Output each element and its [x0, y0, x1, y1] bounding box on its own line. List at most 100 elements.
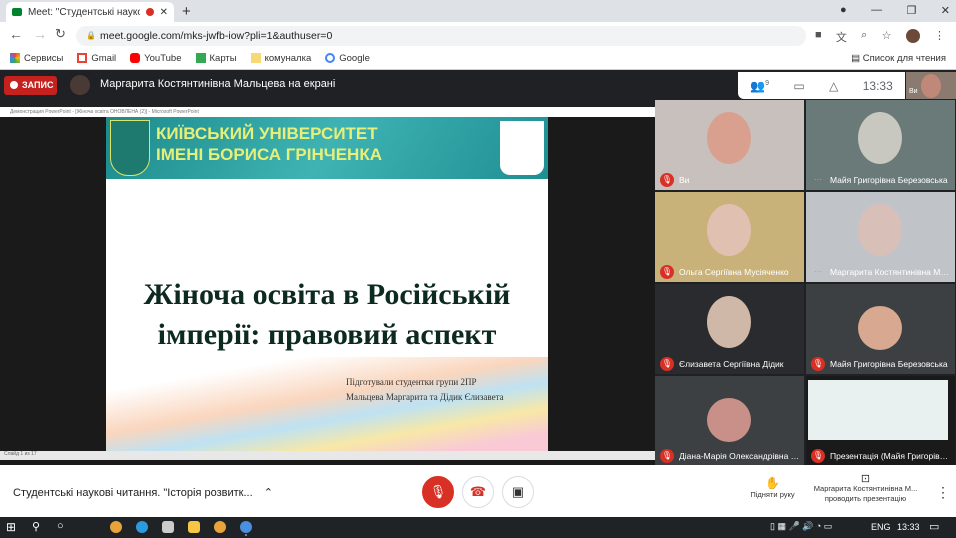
- participant-tile[interactable]: 🎙 Діана-Марія Олександрівна Люлька: [655, 376, 804, 466]
- cortana-icon[interactable]: ○: [57, 520, 64, 532]
- participant-video: [858, 204, 902, 256]
- leave-call-button[interactable]: ☎: [462, 476, 494, 508]
- participant-video: [858, 112, 902, 164]
- ppt-status-bar: Слайд 1 из 17: [0, 451, 655, 460]
- recording-badge: ЗАПИС: [4, 76, 57, 95]
- language-indicator[interactable]: ENG: [871, 522, 891, 532]
- participant-name: Ви: [679, 175, 690, 185]
- camera-toggle-button[interactable]: ▣: [502, 476, 534, 508]
- slide-banner: КИЇВСЬКИЙ УНІВЕРСИТЕТ ІМЕНІ БОРИСА ГРІНЧЕ…: [106, 117, 548, 179]
- apps-icon: [10, 53, 20, 64]
- bookmark-apps[interactable]: Сервисы: [10, 53, 63, 64]
- translate-icon[interactable]: 文: [836, 29, 847, 45]
- chat-icon[interactable]: ▭: [793, 79, 804, 93]
- meet-icon: [12, 8, 22, 16]
- new-tab-button[interactable]: +: [182, 3, 191, 20]
- participant-name: Майя Григорівна Березовська: [830, 175, 948, 185]
- chrome-active-icon[interactable]: [240, 521, 252, 533]
- mic-off-icon: 🎙: [811, 357, 825, 371]
- meet-toolbar: 👥9 ▭ △ 13:33: [738, 72, 905, 99]
- activities-icon[interactable]: △: [829, 79, 838, 93]
- self-view[interactable]: Ви: [906, 72, 956, 99]
- bookmarks-bar: Сервисы Gmail YouTube Карты комуналка Go…: [0, 48, 956, 70]
- browser-tab[interactable]: Meet: "Студентські наукові ✕: [6, 2, 174, 22]
- camera-icon[interactable]: ■: [815, 29, 822, 45]
- participant-name: Презентація (Майя Григорівна Березовська…: [830, 451, 952, 461]
- hand-icon: ✋: [765, 476, 780, 490]
- university-logo: [110, 120, 150, 176]
- system-tray-icons[interactable]: ▯ ▦ 🎤 🔊 ◔ ▭: [770, 521, 832, 532]
- chrome-profile-icon[interactable]: [214, 521, 226, 533]
- notifications-icon[interactable]: ▭: [929, 520, 939, 533]
- youtube-icon: [130, 53, 141, 64]
- self-face: [921, 74, 941, 98]
- mic-off-icon: 🎙: [660, 357, 674, 371]
- windows-taskbar: ⊞ ⚲ ○ ▯ ▦ 🎤 🔊 ◔ ▭ ENG 13:33 ▭: [0, 517, 956, 538]
- menu-icon[interactable]: ⋮: [934, 29, 945, 45]
- present-icon: ⊡: [860, 473, 871, 485]
- speaking-indicator-icon: ⋯: [814, 175, 822, 184]
- slide-subtitle: Підготували студентки групи 2ПР Мальцева …: [346, 377, 504, 402]
- participant-video: [858, 306, 902, 350]
- mic-toggle-button[interactable]: 🎙: [422, 476, 454, 508]
- bookmark-gmail[interactable]: Gmail: [77, 53, 116, 64]
- chevron-up-icon[interactable]: ⌃: [264, 487, 273, 499]
- people-button[interactable]: 👥9: [750, 79, 769, 93]
- chrome-icon[interactable]: [110, 521, 122, 533]
- lock-icon: 🔒: [86, 31, 96, 40]
- search-icon[interactable]: ⚲: [32, 520, 40, 533]
- mic-off-icon: 🎙: [660, 265, 674, 279]
- window-controls[interactable]: ● — ❐ ✕: [840, 4, 950, 17]
- back-icon[interactable]: ←: [9, 26, 23, 42]
- present-button[interactable]: ⊡ Маргарита Костянтинівна М... проводить п…: [808, 474, 923, 504]
- close-window-icon[interactable]: ✕: [941, 4, 950, 17]
- profile-icon[interactable]: ●: [840, 4, 847, 17]
- participant-tile[interactable]: 🎙 Майя Григорівна Березовська: [806, 284, 955, 374]
- mic-off-icon: 🎙: [660, 173, 674, 187]
- star-icon[interactable]: ☆: [882, 29, 892, 45]
- close-tab-icon[interactable]: ✕: [160, 7, 168, 18]
- reload-icon[interactable]: ↻: [55, 26, 66, 42]
- maximize-icon[interactable]: ❐: [906, 4, 916, 17]
- participant-video: [808, 380, 948, 440]
- more-options-icon[interactable]: ⋮: [936, 484, 950, 501]
- minimize-icon[interactable]: —: [871, 4, 882, 17]
- participant-video: [707, 296, 751, 348]
- presentation-slide: КИЇВСЬКИЙ УНІВЕРСИТЕТ ІМЕНІ БОРИСА ГРІНЧЕ…: [106, 117, 548, 451]
- taskbar-clock[interactable]: 13:33: [897, 522, 920, 532]
- search-icon[interactable]: ⌕: [861, 29, 867, 45]
- participant-video: [707, 112, 751, 164]
- bookmark-youtube[interactable]: YouTube: [130, 53, 182, 64]
- avatar[interactable]: [905, 29, 920, 43]
- participant-tile[interactable]: 🎙 Презентація (Майя Григорівна Березовськ…: [806, 376, 955, 466]
- participant-tile[interactable]: 🎙 Ви: [655, 100, 804, 190]
- bookmark-maps[interactable]: Карты: [195, 53, 237, 64]
- participant-name: Маргарита Костянтинівна Мальцева: [830, 267, 952, 277]
- reading-list[interactable]: ▤ Список для чтения: [851, 53, 946, 64]
- url-input[interactable]: 🔒 meet.google.com/mks-jwfb-iow?pli=1&auth…: [76, 26, 806, 46]
- universum-logo: [500, 121, 544, 175]
- windows-start-icon[interactable]: ⊞: [6, 520, 16, 534]
- participant-name: Єлизавета Сергіївна Дідик: [679, 359, 784, 369]
- participant-video: [707, 398, 751, 442]
- bookmark-folder[interactable]: комуналка: [250, 53, 311, 64]
- ppt-window-title: Демонстрация PowerPoint - [Жіноча освіта…: [0, 107, 655, 117]
- university-name-2: ІМЕНІ БОРИСА ГРІНЧЕНКА: [156, 145, 382, 164]
- browser-action-icons[interactable]: ■ 文 ⌕ ☆ ⋮: [815, 29, 945, 45]
- bookmark-google[interactable]: Google: [325, 53, 370, 64]
- participant-tile[interactable]: 🎙 Єлизавета Сергіївна Дідик: [655, 284, 804, 374]
- mic-off-icon: 🎙: [811, 449, 825, 463]
- edge-icon[interactable]: [136, 521, 148, 533]
- raise-hand-button[interactable]: ✋ Підняти руку: [745, 476, 800, 499]
- explorer-icon[interactable]: [188, 521, 200, 533]
- forward-icon[interactable]: →: [33, 26, 47, 42]
- store-icon[interactable]: [162, 521, 174, 533]
- participant-tile[interactable]: ⋯ Маргарита Костянтинівна Мальцева: [806, 192, 955, 282]
- participant-name: Ольга Сергіївна Мусіяченко: [679, 267, 789, 277]
- participant-tile[interactable]: 🎙 Ольга Сергіївна Мусіяченко: [655, 192, 804, 282]
- participant-name: Діана-Марія Олександрівна Люлька: [679, 451, 801, 461]
- participant-tile[interactable]: ⋯ Майя Григорівна Березовська: [806, 100, 955, 190]
- slide-title: Жіноча освіта в Російській імперії: право…: [143, 278, 511, 351]
- participant-name: Майя Григорівна Березовська: [830, 359, 948, 369]
- meeting-details[interactable]: Студентські наукові читання. "Історія ро…: [13, 486, 273, 499]
